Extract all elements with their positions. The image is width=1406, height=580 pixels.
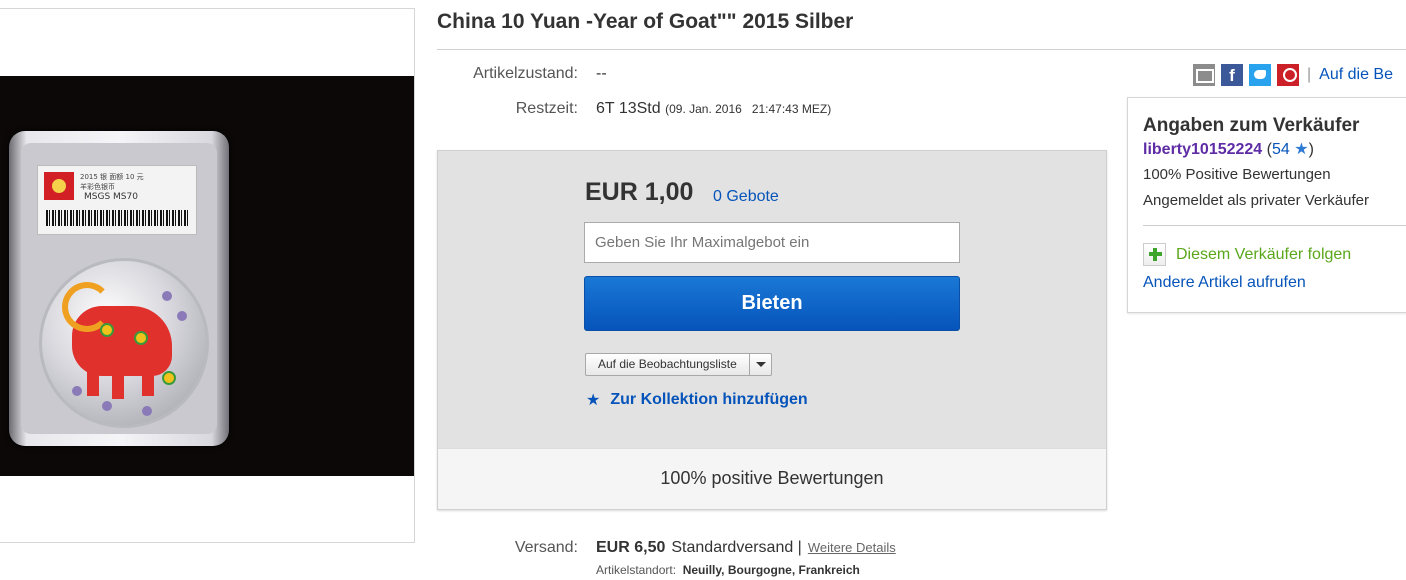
shipping-method: Standardversand | [671,539,802,556]
title-divider [437,49,1406,50]
other-items-link[interactable]: Andere Artikel aufrufen [1143,274,1306,292]
shipping-details-link[interactable]: Weitere Details [808,540,896,555]
star-icon: ★ [1294,141,1309,158]
watchlist-button[interactable]: Auf die Beobachtungsliste [586,354,750,375]
barcode-icon [46,210,190,226]
time-left-value: 6T 13Std [596,100,661,117]
slab-grade: MSGS MS70 [84,192,138,202]
coin-icon [39,258,209,428]
item-location-value: Neuilly, Bourgogne, Frankreich [682,563,860,577]
pinterest-icon[interactable] [1277,64,1299,86]
star-icon: ★ [586,392,601,409]
item-location-label: Artikelstandort: [596,563,677,577]
item-image-panel[interactable]: 2015 银 面额 10 元 羊彩色银币 MSGS MS70 [0,8,415,543]
bid-box: EUR 1,00 0 Gebote Bieten Auf die Beobach… [437,150,1107,510]
seller-positive-feedback: 100% Positive Bewertungen [1143,166,1331,183]
share-separator: | [1307,66,1312,83]
shipping-price: EUR 6,50 [596,539,666,556]
slab-label-line2: 羊彩色银币 [80,183,115,191]
feedback-score-link[interactable]: 54 [1272,141,1290,158]
watchlist-dropdown[interactable]: Auf die Beobachtungsliste [585,353,772,376]
time-left-label: Restzeit: [515,100,578,117]
add-to-collection-label: Zur Kollektion hinzufügen [610,391,808,408]
end-time: (09. Jan. 2016 21:47:43 MEZ) [665,102,832,116]
slab-label-line1: 2015 银 面额 10 元 [80,173,144,181]
flag-icon [44,172,74,200]
seller-divider [1143,225,1406,226]
share-bar: f | Auf die Be [1193,64,1393,86]
shipping-info: EUR 6,50 Standardversand | Weitere Detai… [596,539,896,557]
seller-heading: Angaben zum Verkäufer [1143,115,1360,136]
condition-label: Artikelzustand: [473,65,578,82]
seller-username-link[interactable]: liberty10152224 [1143,141,1262,158]
time-left: 6T 13Std (09. Jan. 2016 21:47:43 MEZ) [596,100,831,118]
seller-identity: liberty10152224 (54 ★) [1143,139,1314,159]
condition-value: -- [596,65,607,82]
coin-slab-image: 2015 银 面额 10 元 羊彩色银币 MSGS MS70 [9,131,229,446]
current-price: EUR 1,00 [585,178,694,206]
follow-seller-link[interactable]: Diesem Verkäufer folgen [1143,243,1351,266]
watchlist-link[interactable]: Auf die Be [1319,66,1393,84]
seller-registration: Angemeldet als privater Verkäufer [1143,192,1369,209]
plus-icon [1143,243,1166,266]
facebook-icon[interactable]: f [1221,64,1243,86]
positive-feedback-bar: 100% positive Bewertungen [438,448,1106,509]
item-location: Artikelstandort: Neuilly, Bourgogne, Fra… [596,563,860,577]
seller-panel: Angaben zum Verkäufer liberty10152224 (5… [1127,97,1406,313]
follow-seller-label: Diesem Verkäufer folgen [1176,245,1352,263]
slab-label: 2015 银 面额 10 元 羊彩色银币 MSGS MS70 [37,165,197,235]
max-bid-input[interactable] [584,222,960,263]
score-close: ) [1308,141,1314,158]
item-photo[interactable]: 2015 银 面额 10 元 羊彩色银币 MSGS MS70 [0,76,414,476]
shipping-label: Versand: [514,539,578,556]
mail-icon[interactable] [1193,64,1215,86]
twitter-icon[interactable] [1249,64,1271,86]
listing-title: China 10 Yuan -Year of Goat"" 2015 Silbe… [437,10,854,33]
add-to-collection-link[interactable]: ★ Zur Kollektion hinzufügen [586,390,808,410]
bid-button[interactable]: Bieten [584,276,960,331]
chevron-down-icon[interactable] [750,354,771,375]
bid-count-link[interactable]: 0 Gebote [713,188,779,206]
